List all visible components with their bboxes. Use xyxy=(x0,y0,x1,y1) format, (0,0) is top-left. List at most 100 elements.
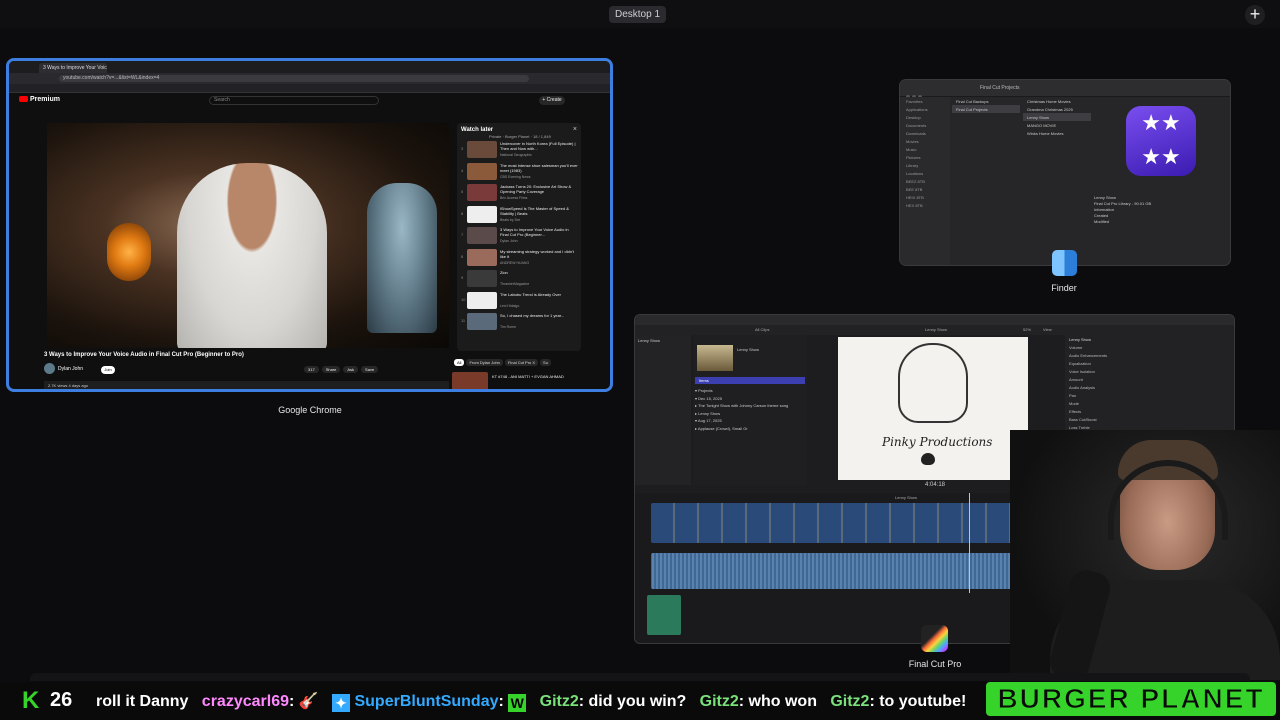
inspector-row[interactable]: Audio Enhancements xyxy=(1065,351,1234,359)
chrome-label[interactable]: Google Chrome xyxy=(260,405,360,415)
audio-clip[interactable] xyxy=(647,595,681,635)
channel-info[interactable]: Dylan John xyxy=(44,363,83,374)
item-title[interactable]: The most intense shoe salesman you'll ev… xyxy=(500,163,578,173)
list-item[interactable]: 3 Undercover in North Korea (Full Episode… xyxy=(461,139,581,161)
list-item[interactable]: 4 The most intense shoe salesman you'll e… xyxy=(461,161,581,183)
item-channel[interactable]: Tim Rome xyxy=(500,325,516,329)
sidebar-item[interactable]: Favorites xyxy=(900,97,950,105)
sidebar-item[interactable]: BEEZ 8TB xyxy=(900,177,950,185)
video-thumbnail[interactable] xyxy=(467,141,497,158)
list-item[interactable]: 9 Zion ThrasherMagazine xyxy=(461,268,581,290)
youtube-logo[interactable]: Premium xyxy=(19,96,60,103)
item-channel[interactable]: Dylan John xyxy=(500,239,518,243)
like-button[interactable]: 317 xyxy=(304,366,319,373)
video-thumbnail[interactable] xyxy=(452,372,488,389)
sidebar-item[interactable]: HEX 8TB xyxy=(900,201,950,209)
chrome-window[interactable]: 3 Ways to Improve Your Voic youtube.com/… xyxy=(6,58,613,392)
item-title[interactable]: 3 Ways to Improve Your Voice Audio in Fi… xyxy=(500,227,578,237)
add-desktop-button[interactable]: + xyxy=(1245,5,1265,25)
close-icon[interactable]: × xyxy=(573,126,577,133)
item-title[interactable]: iShowSpeed Is The Master of Speed & Stab… xyxy=(500,206,578,216)
video-thumbnail[interactable] xyxy=(467,270,497,287)
sidebar-item[interactable]: Locations xyxy=(900,169,950,177)
item-title[interactable]: Jackass Turns 20: Exclusive Art Show & O… xyxy=(500,184,578,194)
avatar[interactable] xyxy=(44,363,55,374)
list-item[interactable]: 6 iShowSpeed Is The Master of Speed & Sta… xyxy=(461,204,581,226)
item-channel[interactable]: ANDREW HUANG xyxy=(500,261,529,265)
inspector-row[interactable]: Effects xyxy=(1065,407,1234,415)
item-channel[interactable]: Lexi Hidalgo xyxy=(500,304,519,308)
item-title[interactable]: My streaming strategy worked and I didn'… xyxy=(500,249,578,259)
project-row[interactable]: ▸ The Tonight Show with Johnny Carson th… xyxy=(695,402,788,410)
clip-thumbnail[interactable] xyxy=(697,345,733,371)
item-channel[interactable]: National Geographic xyxy=(500,153,532,157)
zoom-level[interactable]: 52% xyxy=(1023,327,1031,332)
clip-name[interactable]: Lenny Show xyxy=(737,347,759,352)
save-button[interactable]: Save xyxy=(361,366,379,373)
list-item[interactable]: 11 So, I chased my dreams for 1 year... Ti… xyxy=(461,311,581,333)
video-thumbnail[interactable] xyxy=(467,313,497,330)
create-button[interactable]: + Create xyxy=(539,96,565,105)
sidebar-item[interactable]: Music xyxy=(900,145,950,153)
folder-row[interactable]: Winks Home Movies xyxy=(1023,129,1091,137)
chip-fcp[interactable]: Final Cut Pro X xyxy=(504,359,539,366)
view-menu[interactable]: View xyxy=(1043,327,1052,332)
sidebar-item[interactable]: Movies xyxy=(900,137,950,145)
video-player[interactable] xyxy=(47,123,449,348)
fcp-label[interactable]: Final Cut Pro xyxy=(900,659,970,669)
folder-row[interactable]: Final Cut Projects xyxy=(952,105,1020,113)
share-button[interactable]: Share xyxy=(321,366,341,373)
sidebar-item[interactable]: HEIX 8TB xyxy=(900,193,950,201)
project-row[interactable]: ▾ Projects xyxy=(695,387,788,395)
chip-all[interactable]: All xyxy=(454,359,465,366)
project-row[interactable]: ▸ Lenny Show xyxy=(695,410,788,418)
chip-channel[interactable]: From Dylan John xyxy=(466,359,503,366)
list-item[interactable]: 8 My streaming strategy worked and I didn… xyxy=(461,247,581,269)
recommended-video[interactable]: KT #748 - ANI MATTI + EVGAN AHMAD xyxy=(452,372,582,389)
sidebar-item[interactable]: Downloads xyxy=(900,129,950,137)
project-row[interactable]: ▸ Applause (Crowd), Small Gr xyxy=(695,425,788,433)
join-button[interactable]: Join xyxy=(101,366,115,374)
inspector-row[interactable]: Amount xyxy=(1065,375,1234,383)
inspector-row[interactable]: Volume xyxy=(1065,343,1234,351)
channel-name[interactable]: Dylan John xyxy=(58,366,83,372)
video-thumbnail[interactable] xyxy=(467,205,497,223)
fcp-icon[interactable] xyxy=(921,625,948,652)
project-row[interactable]: ▾ Dec 15, 2025 xyxy=(695,395,788,403)
browser-tab[interactable]: 3 Ways to Improve Your Voic xyxy=(39,63,107,73)
playhead[interactable] xyxy=(969,493,970,593)
all-clips-menu[interactable]: All Clips xyxy=(755,327,769,332)
recommended-title[interactable]: KT #748 - ANI MATTI + EVGAN AHMAD xyxy=(492,374,564,379)
selected-row[interactable]: Items xyxy=(695,377,805,384)
item-channel[interactable]: CBS Evening News xyxy=(500,175,531,179)
viewer[interactable]: Pinky Productions xyxy=(838,337,1028,480)
search-input[interactable]: Search xyxy=(209,96,379,105)
inspector-row[interactable]: Voice Isolation xyxy=(1065,367,1234,375)
video-thumbnail[interactable] xyxy=(467,227,497,244)
item-title[interactable]: The Labubu Trend is Already Over xyxy=(500,292,578,297)
desktop-label[interactable]: Desktop 1 xyxy=(609,6,666,23)
list-item[interactable]: 5 Jackass Turns 20: Exclusive Art Show & … xyxy=(461,182,581,204)
item-title[interactable]: Zion xyxy=(500,270,578,275)
item-channel[interactable]: Brix Access Films xyxy=(500,196,527,200)
folder-row[interactable]: MANGO MOVIE xyxy=(1023,121,1091,129)
folder-row[interactable]: Christmas Home Movies xyxy=(1023,97,1091,105)
inspector-row[interactable]: Equalization xyxy=(1065,359,1234,367)
folder-row[interactable]: Lenny Show xyxy=(1023,113,1091,121)
video-thumbnail[interactable] xyxy=(467,291,497,309)
video-thumbnail[interactable] xyxy=(467,184,497,201)
sidebar-item[interactable]: Pictures xyxy=(900,153,950,161)
inspector-row[interactable]: Mode xyxy=(1065,399,1234,407)
video-thumbnail[interactable] xyxy=(467,162,497,180)
inspector-row[interactable]: Pan xyxy=(1065,391,1234,399)
item-title[interactable]: So, I chased my dreams for 1 year... xyxy=(500,313,578,318)
sidebar-item[interactable]: BEE 8TB xyxy=(900,185,950,193)
sidebar-item[interactable]: Desktop xyxy=(900,113,950,121)
sidebar-item[interactable]: Library xyxy=(900,161,950,169)
url-field[interactable]: youtube.com/watch?v=...&list=WL&index=4 xyxy=(59,75,529,82)
video-description[interactable]: 2.7K views 4 days ago xyxy=(44,381,449,389)
inspector-row[interactable]: Bass Cut/Boost xyxy=(1065,415,1234,423)
video-thumbnail[interactable] xyxy=(467,248,497,266)
ask-button[interactable]: Ask xyxy=(343,366,359,373)
list-item[interactable]: 10 The Labubu Trend is Already Over Lexi H… xyxy=(461,290,581,312)
